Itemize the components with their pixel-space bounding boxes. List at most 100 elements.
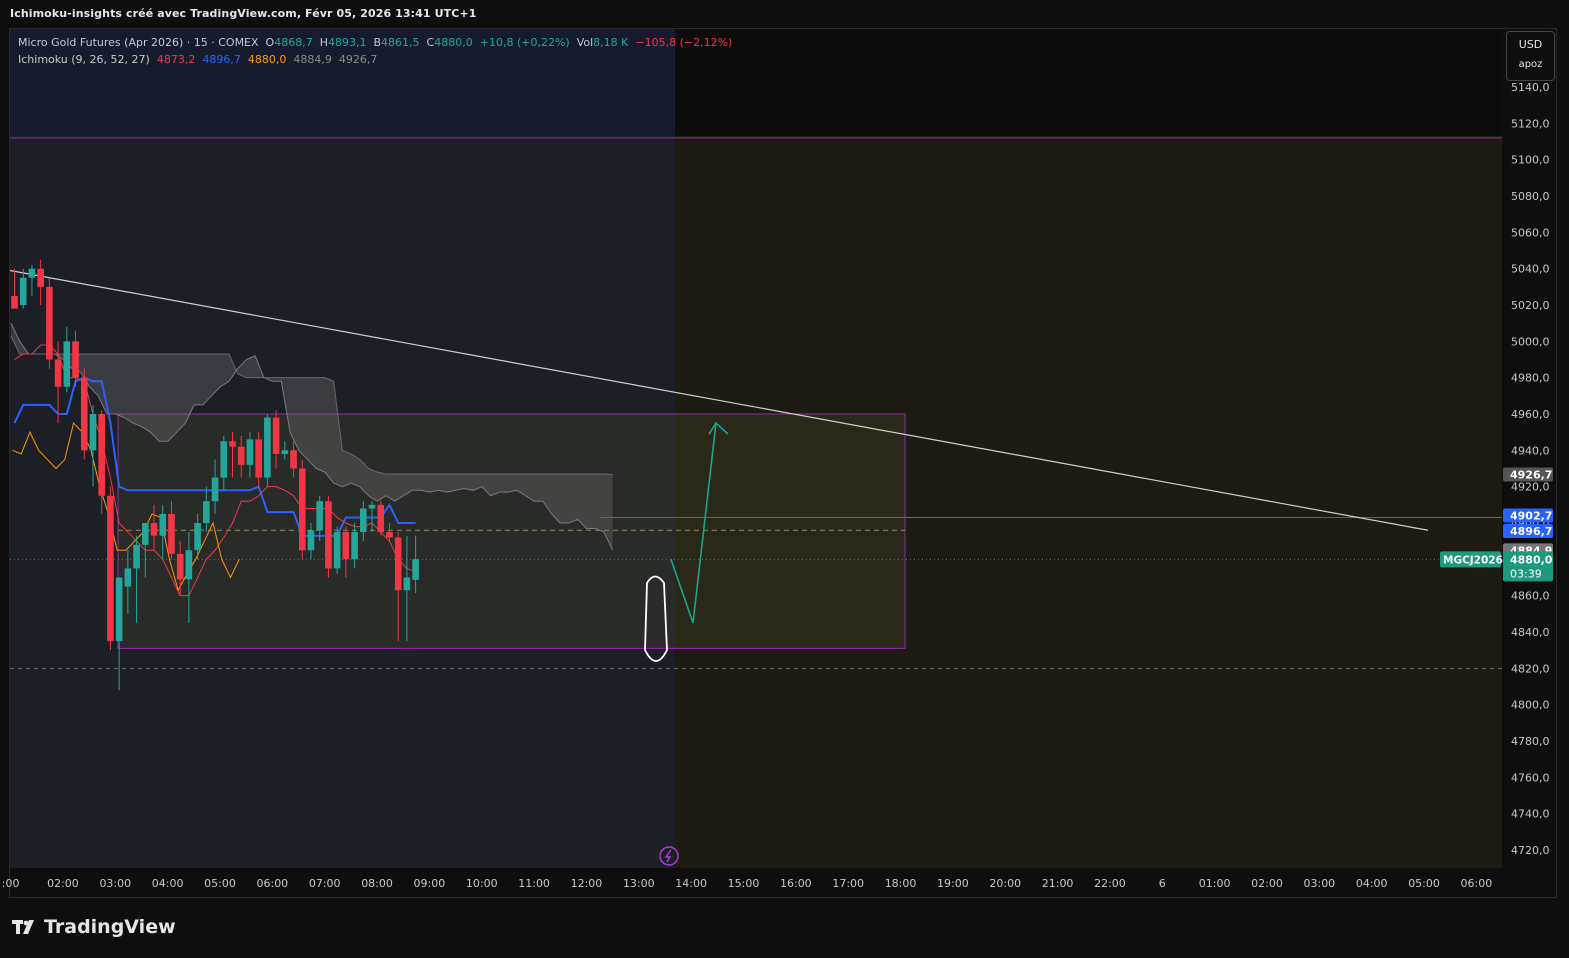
x-axis-tick-label: 02:00 — [1251, 877, 1283, 890]
y-axis-tick-label: 4980,0 — [1511, 372, 1550, 385]
x-axis-tick-label: 20:00 — [989, 877, 1021, 890]
candle-body — [150, 523, 158, 536]
y-axis-tick-label: 4760,0 — [1511, 771, 1550, 784]
y-axis-tick-label: 4740,0 — [1511, 808, 1550, 821]
y-axis-tick-label: 5140,0 — [1511, 81, 1550, 94]
currency-sub: apoz — [1518, 59, 1543, 70]
candle-body — [412, 559, 419, 580]
candle-body — [360, 508, 367, 533]
candle-body — [107, 495, 114, 642]
open-value: 4868,7 — [274, 36, 313, 49]
x-axis-tick-label: 17:00 — [832, 877, 864, 890]
price-tag-kijun: 4896,7 — [1510, 525, 1552, 538]
x-axis-tick-label: 18:00 — [885, 877, 917, 890]
y-axis-tick-label: 4960,0 — [1511, 408, 1550, 421]
ichimoku-label[interactable]: Ichimoku (9, 26, 52, 27) — [18, 53, 150, 66]
candle-body — [272, 417, 280, 454]
symbol-tag: MGCJ2026 — [1443, 554, 1503, 566]
y-axis-tick-label: 5120,0 — [1511, 117, 1550, 130]
x-axis-tick-label: 03:00 — [99, 877, 131, 890]
low-label: B — [373, 36, 382, 49]
candle-body — [386, 532, 393, 538]
low-value: 4861,5 — [381, 36, 420, 49]
x-axis-tick-label: 06:00 — [1461, 877, 1493, 890]
ohlc-legend-row: Micro Gold Futures (Apr 2026) · 15 · COM… — [18, 34, 732, 51]
price-tag-countdown: 03:39 — [1510, 567, 1542, 580]
x-axis-tick-label: 03:00 — [1303, 877, 1335, 890]
x-axis-tick-label: 12:00 — [571, 877, 603, 890]
candle-body — [203, 501, 210, 523]
volume-value: 8,18 K — [593, 36, 629, 49]
future-top-background — [675, 29, 1502, 136]
y-axis-tick-label: 4860,0 — [1511, 590, 1550, 603]
y-axis-tick-label: 5000,0 — [1511, 335, 1550, 348]
y-axis-tick-label: 4920,0 — [1511, 481, 1550, 494]
candle-body — [168, 513, 175, 554]
candle-body — [89, 414, 97, 451]
chart-legend: Micro Gold Futures (Apr 2026) · 15 · COM… — [18, 34, 732, 68]
candle-body — [281, 450, 289, 454]
x-axis-tick-label: 6 — [1159, 877, 1166, 890]
tradingview-logo[interactable]: TradingView — [12, 916, 176, 938]
x-axis-tick-label: 09:00 — [414, 877, 446, 890]
symbol-name[interactable]: Micro Gold Futures (Apr 2026) · 15 · COM… — [18, 36, 259, 49]
candle-body — [333, 532, 341, 569]
candle-body — [28, 268, 36, 278]
currency-selector[interactable]: USD apoz — [1506, 31, 1555, 81]
open-label: O — [265, 36, 275, 49]
price-tag-last: 4880,0 — [1510, 553, 1553, 566]
y-axis-tick-label: 4840,0 — [1511, 626, 1550, 639]
candle-body — [142, 523, 149, 545]
y-axis-tick-label: 5080,0 — [1511, 190, 1550, 203]
ichimoku-chikou-value: 4880,0 — [247, 53, 287, 66]
candle-body — [80, 377, 88, 451]
y-axis-tick-label: 4940,0 — [1511, 444, 1550, 457]
candle-body — [255, 439, 262, 478]
y-axis-tick-label: 5020,0 — [1511, 299, 1550, 312]
x-axis-tick-label: 13:00 — [623, 877, 655, 890]
candle-body — [11, 295, 18, 309]
candle-body — [159, 513, 167, 536]
close-value: 4880,0 — [434, 36, 473, 49]
candle-body — [403, 577, 411, 591]
x-axis-tick-label: 10:00 — [466, 877, 498, 890]
x-axis-tick-label: 14:00 — [675, 877, 707, 890]
y-axis-tick-label: 5060,0 — [1511, 226, 1550, 239]
x-axis-tick-label: 16:00 — [780, 877, 812, 890]
ichimoku-tenkan-value: 4873,2 — [156, 53, 196, 66]
x-axis-tick-label: 05:00 — [1408, 877, 1440, 890]
x-axis-tick-label: 11:00 — [518, 877, 550, 890]
high-label: H — [319, 36, 328, 49]
x-axis-tick-label: 06:00 — [256, 877, 288, 890]
x-axis-tick-label: 01:00 — [1199, 877, 1231, 890]
x-axis-tick-label: 07:00 — [309, 877, 341, 890]
high-value: 4893,1 — [328, 36, 367, 49]
candle-body — [54, 359, 62, 387]
candle-body — [19, 277, 27, 305]
candle-body — [290, 450, 297, 469]
volume-change: −105,8 (−2,12%) — [635, 36, 733, 49]
ichimoku-spanA-value: 4884,9 — [293, 53, 332, 66]
candle-body — [229, 441, 236, 447]
x-axis-tick-label: 08:00 — [361, 877, 393, 890]
candle-body — [98, 414, 105, 496]
footer-bar — [0, 898, 1569, 958]
candle-body — [351, 532, 358, 560]
x-axis-tick-label: 05:00 — [204, 877, 236, 890]
candle-body — [115, 577, 123, 642]
y-axis-tick-label: 4780,0 — [1511, 735, 1550, 748]
y-axis-tick-label: 5040,0 — [1511, 263, 1550, 276]
candle-body — [377, 504, 385, 533]
candle-body — [176, 553, 184, 580]
candle-body — [37, 268, 44, 287]
ichimoku-legend-row: Ichimoku (9, 26, 52, 27) 4873,2 4896,7 4… — [18, 51, 732, 68]
y-axis-tick-label: 5100,0 — [1511, 154, 1550, 167]
price-tag-kijun-top: 4902,7 — [1510, 510, 1552, 523]
chart-canvas[interactable]: 5140,0 5120,0 5100,0 5080,0 5060,0 5040,0 5020… — [0, 0, 1569, 958]
price-tag-span-b: 4926,7 — [1510, 468, 1552, 481]
x-axis-tick-label: :00 — [2, 877, 20, 890]
x-axis-tick-label: 02:00 — [47, 877, 79, 890]
y-axis-tick-label: 4820,0 — [1511, 662, 1550, 675]
candle-body — [124, 568, 132, 587]
candle-body — [298, 468, 306, 551]
